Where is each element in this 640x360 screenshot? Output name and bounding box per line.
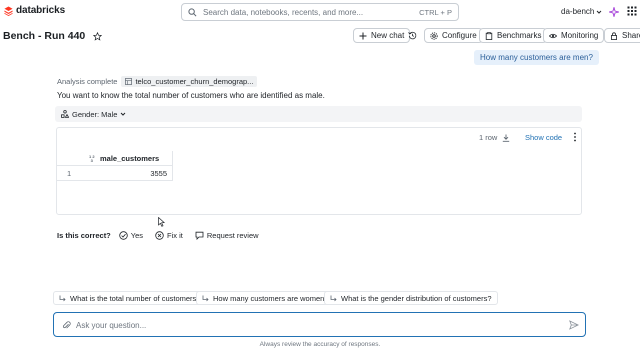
chevron-down-icon (597, 10, 602, 14)
new-chat-label: New chat (371, 31, 405, 40)
result-meta: 1 row (479, 133, 510, 142)
filter-bar: Gender: Male (55, 106, 582, 122)
yes-button[interactable]: Yes (119, 231, 143, 240)
chevron-down-icon (121, 112, 126, 116)
monitoring-button[interactable]: Monitoring (543, 28, 605, 43)
feedback-question: Is this correct? (57, 231, 111, 240)
suggestion-label: How many customers are women? (213, 293, 329, 303)
history-icon[interactable] (408, 31, 417, 40)
download-icon[interactable] (502, 134, 510, 142)
table-icon (125, 78, 133, 85)
workspace-name: da-bench (561, 7, 595, 16)
table-corner (57, 151, 84, 166)
clipboard-icon (485, 31, 493, 40)
yes-label: Yes (130, 231, 144, 240)
lock-icon (610, 31, 617, 40)
ask-input[interactable] (76, 318, 556, 332)
search-icon (188, 7, 197, 16)
comment-icon (195, 231, 204, 240)
send-icon[interactable] (569, 320, 579, 330)
suggestion-label: What is the gender distribution of custo… (341, 293, 492, 303)
suggestion-chip[interactable]: How many customers are women? (196, 291, 335, 305)
workspace-switcher[interactable]: da-bench (561, 7, 602, 16)
configure-label: Configure (442, 31, 477, 40)
more-options-icon[interactable] (571, 132, 579, 142)
search-shortcut: CTRL + P (419, 7, 452, 17)
analysis-status-text: Analysis complete (57, 77, 118, 86)
benchmarks-label: Benchmarks (497, 31, 542, 40)
table-chip[interactable]: telco_customer_churn_demograp... (121, 76, 258, 87)
databricks-logo-icon (4, 6, 13, 16)
feedback-row: Is this correct? Yes Fix it Request revi… (57, 231, 271, 240)
close-circle-icon (155, 231, 164, 240)
ask-box (53, 312, 586, 337)
disclaimer: Always review the accuracy of responses. (259, 341, 381, 348)
search-placeholder: Search data, notebooks, recents, and mor… (203, 7, 364, 17)
filter-label: Gender: Male (72, 109, 118, 119)
user-message-bubble: How many customers are men? (474, 50, 599, 65)
mouse-cursor-icon (158, 217, 165, 227)
share-button[interactable]: Share (604, 28, 640, 43)
suggestion-chip[interactable]: What is the total number of customers? (53, 291, 207, 305)
category-icon (61, 110, 69, 118)
analysis-status: Analysis complete telco_customer_churn_d… (57, 76, 258, 87)
gear-icon (430, 31, 438, 40)
brand-name: databricks (16, 5, 66, 16)
benchmarks-button[interactable]: Benchmarks (479, 28, 548, 43)
assistant-sparkle-icon[interactable] (609, 7, 619, 17)
share-label: Share (622, 31, 640, 40)
apps-grid-icon[interactable] (627, 6, 637, 16)
star-icon[interactable] (93, 31, 103, 41)
monitoring-label: Monitoring (561, 31, 599, 40)
eye-icon (549, 33, 557, 38)
show-code-link[interactable]: Show code (525, 133, 562, 142)
number-type-icon: 1 2 3 (89, 154, 95, 162)
page-title-row: Bench - Run 440 (3, 30, 103, 42)
global-search[interactable]: Search data, notebooks, recents, and mor… (181, 3, 459, 21)
table-name: telco_customer_churn_demograp... (135, 77, 254, 86)
answer-text: You want to know the total number of cus… (57, 91, 325, 100)
reply-arrow-icon (202, 295, 209, 301)
column-header-male-customers[interactable]: 1 2 3 male_customers (84, 151, 173, 166)
column-header-label: male_customers (100, 153, 160, 163)
request-review-label: Request review (206, 231, 259, 240)
top-bar: databricks Search data, notebooks, recen… (0, 0, 640, 24)
brand[interactable]: databricks (4, 5, 65, 16)
table-cell[interactable]: 3555 (84, 166, 173, 181)
paperclip-icon[interactable] (62, 321, 71, 330)
new-chat-button[interactable]: New chat (353, 28, 411, 43)
reply-arrow-icon (59, 295, 66, 301)
reply-arrow-icon (330, 295, 337, 301)
plus-icon (359, 32, 367, 39)
fix-it-label: Fix it (167, 231, 183, 240)
svg-text:2: 2 (92, 154, 95, 159)
check-circle-icon (119, 231, 128, 240)
fix-it-button[interactable]: Fix it (155, 231, 183, 240)
suggestion-label: What is the total number of customers? (70, 293, 201, 303)
suggestion-chip[interactable]: What is the gender distribution of custo… (324, 291, 498, 305)
configure-button[interactable]: Configure (424, 28, 483, 43)
page-title: Bench - Run 440 (3, 30, 86, 42)
row-index: 1 (67, 169, 72, 178)
gender-filter[interactable]: Gender: Male (61, 110, 126, 119)
request-review-button[interactable]: Request review (195, 231, 259, 240)
row-count: 1 row (479, 133, 498, 142)
